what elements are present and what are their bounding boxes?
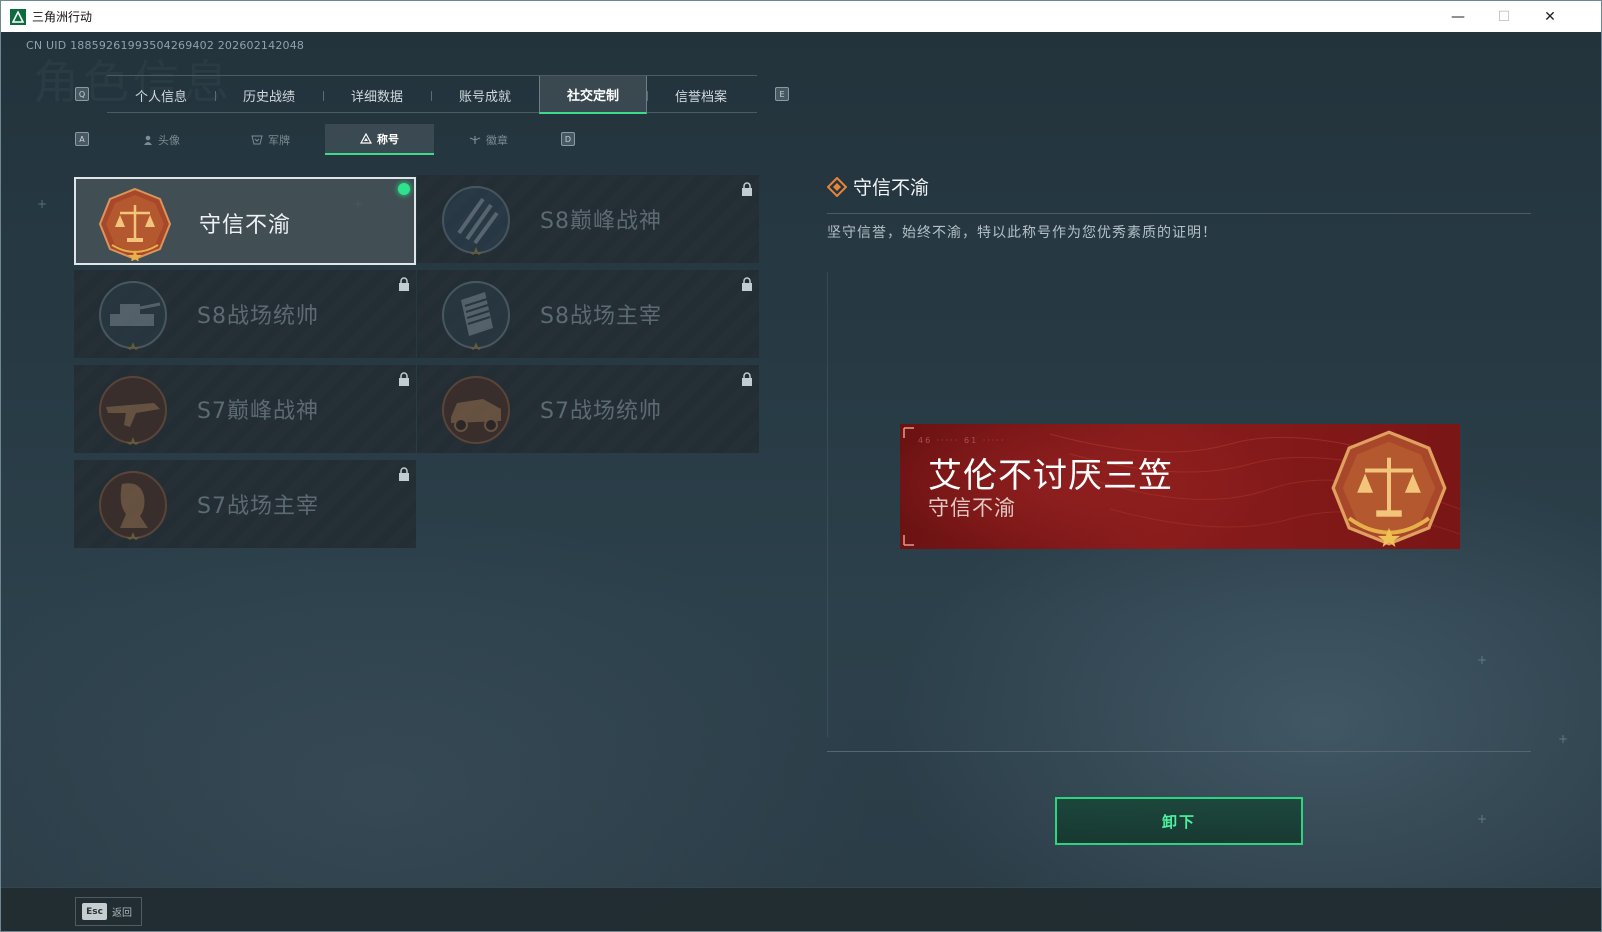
sub-tabs: 头像 军牌 称号 徽章 xyxy=(107,124,543,155)
lock-icon xyxy=(742,182,752,196)
tab-history[interactable]: 历史战绩 xyxy=(215,76,323,114)
rifle-badge-icon xyxy=(99,376,167,445)
title-card-name: S7战场主宰 xyxy=(197,494,319,519)
vehicle-badge-icon xyxy=(442,376,510,444)
building-badge-icon xyxy=(442,281,510,350)
title-card-name: S8战场主宰 xyxy=(540,304,662,329)
subtab-emblem[interactable]: 徽章 xyxy=(434,124,543,155)
title-card[interactable]: 守信不渝 xyxy=(74,177,416,265)
window-title: 三角洲行动 xyxy=(32,10,93,24)
tab-stats[interactable]: 详细数据 xyxy=(323,76,431,114)
title-card-name: 守信不渝 xyxy=(199,213,292,238)
title-card-name: S8战场统帅 xyxy=(197,304,319,329)
detail-title-text: 守信不渝 xyxy=(853,177,930,199)
banner-code: 46 ····· 61 ····· xyxy=(918,436,1006,445)
detail-divider xyxy=(827,213,1531,214)
scales-badge-icon xyxy=(98,187,172,261)
subtab-dogtag[interactable]: 军牌 xyxy=(216,124,325,155)
uid-label: CN UID 1885926199350426940​2 2026021420​… xyxy=(26,39,305,52)
deco-cross-icon: + xyxy=(1558,732,1569,746)
title-card[interactable]: S7战场主宰 xyxy=(74,460,416,548)
subtab-title[interactable]: 称号 xyxy=(325,124,434,155)
close-button[interactable]: ✕ xyxy=(1527,1,1573,32)
game-area: 角色信息 CN UID 1885926199350426940​2 202602… xyxy=(1,32,1601,931)
deco-cross-icon: + xyxy=(1477,812,1488,826)
maximize-button[interactable]: ☐ xyxy=(1481,1,1527,32)
subtab-title-label: 称号 xyxy=(377,132,399,146)
subtab-dogtag-label: 军牌 xyxy=(268,133,290,147)
title-card-name: S7战场统帅 xyxy=(540,399,662,424)
title-banner-preview: 46 ····· 61 ····· 艾伦不讨厌三笠 守信不渝 xyxy=(900,424,1460,549)
subtab-prev-key[interactable]: A xyxy=(75,132,89,146)
banner-title: 守信不渝 xyxy=(928,496,1016,520)
title-card[interactable]: S7巅峰战神 xyxy=(74,365,416,453)
unequip-button[interactable]: 卸下 xyxy=(1055,797,1303,845)
title-card[interactable]: S8巅峰战神 xyxy=(417,175,759,263)
title-card[interactable]: S8战场主宰 xyxy=(417,270,759,358)
main-tabs: 个人信息 历史战绩 详细数据 账号成就 社交定制 信誉档案 xyxy=(107,75,757,114)
banner-player-name: 艾伦不讨厌三笠 xyxy=(928,456,1173,496)
subtab-emblem-label: 徽章 xyxy=(486,133,508,147)
title-card[interactable]: S7战场统帅 xyxy=(417,365,759,453)
lock-icon xyxy=(399,467,409,481)
title-card[interactable]: S8战场统帅 xyxy=(74,270,416,358)
tank-badge-icon xyxy=(99,281,167,350)
subtab-next-key[interactable]: D xyxy=(561,132,575,146)
back-button[interactable]: Esc 返回 xyxy=(75,897,142,926)
deco-cross-icon: + xyxy=(37,197,48,211)
tab-social-custom[interactable]: 社交定制 xyxy=(539,76,647,114)
operator-badge-icon xyxy=(99,471,167,540)
detail-title: 守信不渝 xyxy=(827,173,929,200)
detail-description: 坚守信誉，始终不渝，特以此称号作为您优秀素质的证明！ xyxy=(827,225,1217,241)
title-card-name: S8巅峰战神 xyxy=(540,209,662,234)
bottom-bar: Esc 返回 xyxy=(1,887,1601,931)
tab-next-key[interactable]: E xyxy=(775,87,789,101)
subtab-avatar-label: 头像 xyxy=(158,133,180,147)
person-icon xyxy=(144,135,152,145)
lock-icon xyxy=(742,372,752,386)
emblem-icon xyxy=(469,135,481,144)
title-icon xyxy=(360,133,372,144)
detail-bottom-divider xyxy=(827,751,1531,752)
lock-icon xyxy=(399,277,409,291)
back-label: 返回 xyxy=(112,908,132,919)
tab-prev-key[interactable]: Q xyxy=(75,87,89,101)
lock-icon xyxy=(399,372,409,386)
subtab-avatar[interactable]: 头像 xyxy=(107,124,216,155)
lock-icon xyxy=(742,277,752,291)
title-rank-icon xyxy=(827,176,847,197)
app-logo-icon xyxy=(10,8,26,25)
game-window: 三角洲行动 — ☐ ✕ 角色信息 CN UID 1885926199350426… xyxy=(0,0,1602,932)
tab-achievements[interactable]: 账号成就 xyxy=(431,76,539,114)
tab-profile[interactable]: 个人信息 xyxy=(107,76,215,114)
esc-key: Esc xyxy=(82,903,107,920)
tab-credit[interactable]: 信誉档案 xyxy=(647,76,755,114)
title-card-name: S7巅峰战神 xyxy=(197,399,319,424)
equipped-indicator xyxy=(398,183,410,195)
window-titlebar: 三角洲行动 — ☐ ✕ xyxy=(1,1,1601,32)
minimize-button[interactable]: — xyxy=(1435,1,1481,32)
dogtag-icon xyxy=(251,135,263,144)
scales-badge-icon xyxy=(1331,430,1447,547)
stripes-badge-icon xyxy=(442,186,510,255)
